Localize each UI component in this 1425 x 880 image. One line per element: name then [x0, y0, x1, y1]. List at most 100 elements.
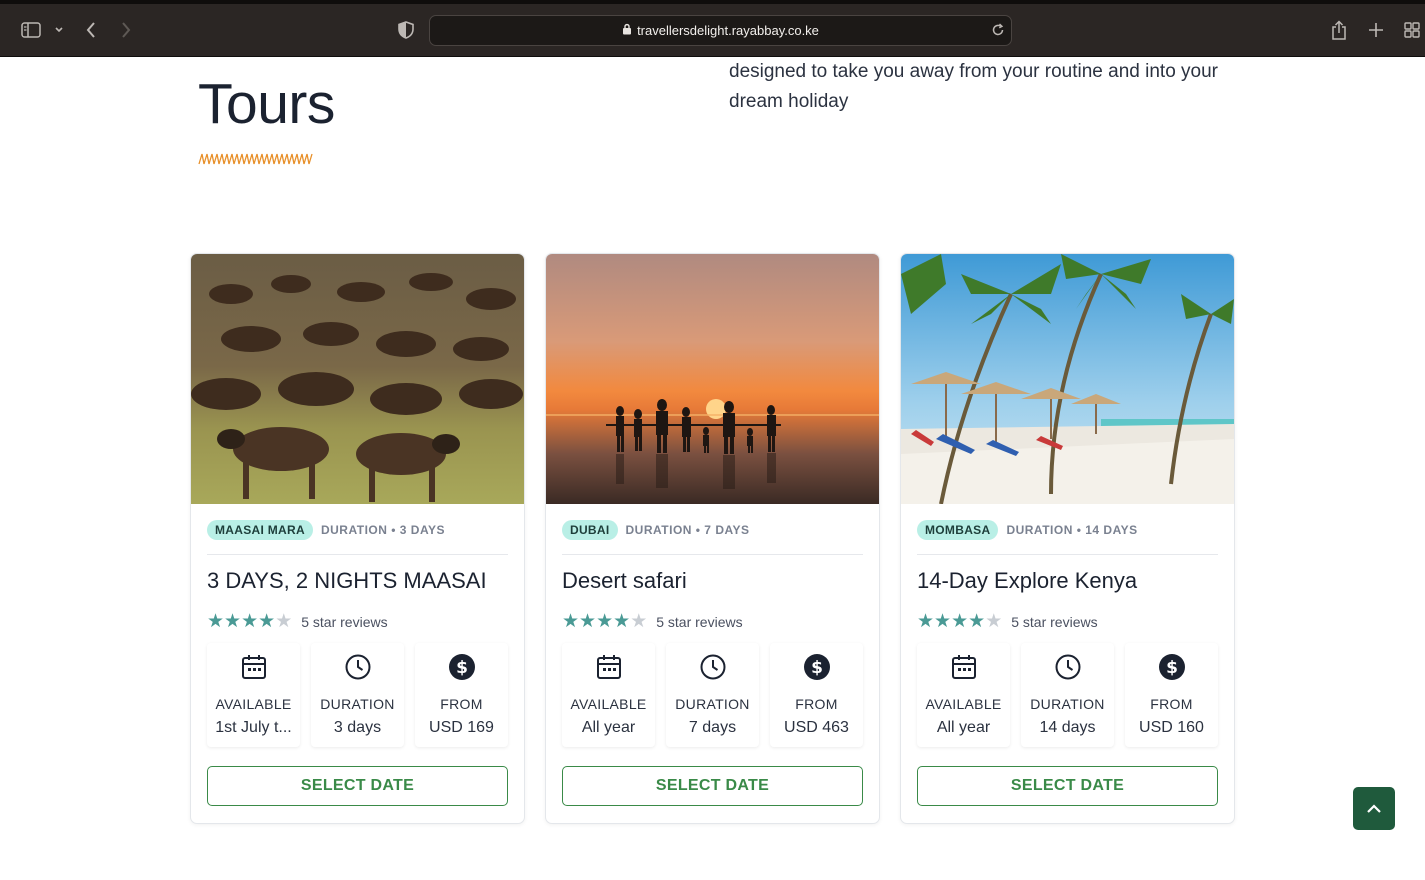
duration-label: DURATION — [675, 696, 750, 712]
back-icon[interactable] — [82, 18, 100, 42]
divider — [562, 554, 863, 555]
dollar-icon: $ — [1158, 653, 1186, 681]
duration-meta: DURATION • 14 DAYS — [1006, 523, 1138, 537]
divider — [207, 554, 508, 555]
star-filled-icon: ★ — [596, 611, 614, 632]
availability-box: AVAILABLE All year — [917, 643, 1010, 747]
rating: ★ ★ ★ ★ ★ 5 star reviews — [562, 611, 743, 632]
address-bar[interactable]: travellersdelight.rayabbay.co.ke — [429, 15, 1012, 46]
star-filled-icon: ★ — [207, 611, 225, 632]
from-label: FROM — [795, 696, 838, 712]
tour-meta: DUBAI DURATION • 7 DAYS — [562, 520, 750, 540]
url-text: travellersdelight.rayabbay.co.ke — [637, 23, 819, 38]
tour-info: AVAILABLE All year DURATION 14 days $ FR… — [917, 643, 1218, 747]
tour-card: DUBAI DURATION • 7 DAYS Desert safari ★ ★… — [545, 253, 880, 824]
rating: ★ ★ ★ ★ ★ 5 star reviews — [917, 611, 1098, 632]
clock-icon — [344, 653, 372, 681]
new-tab-icon[interactable] — [1366, 18, 1386, 42]
dollar-icon: $ — [803, 653, 831, 681]
page-title: Tours — [198, 72, 335, 136]
duration-label: DURATION — [320, 696, 395, 712]
tour-card: MAASAI MARA DURATION • 3 DAYS 3 DAYS, 2 … — [190, 253, 525, 824]
tour-title[interactable]: Desert safari — [562, 568, 687, 594]
lock-icon — [622, 22, 632, 40]
page-content: Tours designed to take you away from you… — [0, 57, 1425, 880]
available-label: AVAILABLE — [570, 696, 647, 712]
duration-box: DURATION 14 days — [1021, 643, 1114, 747]
star-filled-icon: ★ — [951, 611, 969, 632]
dollar-icon: $ — [448, 653, 476, 681]
duration-value: 14 days — [1039, 719, 1096, 736]
price-value: USD 160 — [1139, 719, 1204, 736]
review-text: 5 star reviews — [1011, 614, 1098, 630]
price-box: $ FROM USD 169 — [415, 643, 508, 747]
clock-icon — [699, 653, 727, 681]
sidebar-toggle-icon[interactable] — [20, 18, 42, 42]
forward-icon[interactable] — [117, 18, 135, 42]
chevron-down-icon[interactable] — [52, 18, 66, 42]
star-rating: ★ ★ ★ ★ ★ — [207, 611, 293, 632]
price-value: USD 169 — [429, 719, 494, 736]
tour-card: MOMBASA DURATION • 14 DAYS 14-Day Explor… — [900, 253, 1235, 824]
duration-value: 7 days — [688, 719, 737, 736]
select-date-button[interactable]: SELECT DATE — [917, 766, 1218, 806]
duration-meta: DURATION • 3 DAYS — [320, 523, 446, 537]
svg-text:$: $ — [1166, 658, 1178, 678]
privacy-shield-icon[interactable] — [396, 18, 416, 42]
duration-value: 3 days — [333, 719, 382, 736]
from-label: FROM — [440, 696, 483, 712]
duration-meta: DURATION • 7 DAYS — [625, 523, 750, 537]
tour-image-palm-beach[interactable] — [901, 254, 1234, 504]
tour-title[interactable]: 14-Day Explore Kenya — [917, 568, 1137, 594]
availability-box: AVAILABLE 1st July t... — [207, 643, 300, 747]
price-value: USD 463 — [784, 719, 849, 736]
duration-box: DURATION 7 days — [666, 643, 759, 747]
chevron-up-icon — [1367, 803, 1381, 813]
location-badge[interactable]: DUBAI — [562, 520, 618, 540]
tour-meta: MAASAI MARA DURATION • 3 DAYS — [207, 520, 445, 540]
availability-box: AVAILABLE All year — [562, 643, 655, 747]
tour-info: AVAILABLE All year DURATION 7 days $ FRO… — [562, 643, 863, 747]
available-label: AVAILABLE — [215, 696, 292, 712]
location-badge[interactable]: MOMBASA — [917, 520, 999, 540]
review-text: 5 star reviews — [656, 614, 743, 630]
tour-title[interactable]: 3 DAYS, 2 NIGHTS MAASAI — [207, 568, 487, 594]
decorative-squiggle — [198, 152, 314, 170]
select-date-button[interactable]: SELECT DATE — [207, 766, 508, 806]
available-value: 1st July t... — [215, 719, 292, 736]
divider — [917, 554, 1218, 555]
available-value: All year — [936, 719, 991, 736]
star-filled-icon: ★ — [258, 611, 276, 632]
calendar-icon — [240, 653, 268, 681]
star-filled-icon: ★ — [917, 611, 935, 632]
star-filled-icon: ★ — [934, 611, 952, 632]
duration-box: DURATION 3 days — [311, 643, 404, 747]
star-rating: ★ ★ ★ ★ ★ — [917, 611, 1003, 632]
tab-overview-icon[interactable] — [1402, 18, 1422, 42]
tour-image-sunset-beach[interactable] — [546, 254, 879, 504]
share-icon[interactable] — [1329, 18, 1349, 42]
tour-image-wildebeest[interactable] — [191, 254, 524, 504]
star-empty-icon: ★ — [985, 611, 1003, 632]
star-rating: ★ ★ ★ ★ ★ — [562, 611, 647, 632]
reload-icon[interactable] — [991, 23, 1005, 42]
location-badge[interactable]: MAASAI MARA — [207, 520, 313, 540]
from-label: FROM — [1150, 696, 1193, 712]
price-box: $ FROM USD 160 — [1125, 643, 1218, 747]
star-empty-icon: ★ — [275, 611, 293, 632]
select-date-button[interactable]: SELECT DATE — [562, 766, 863, 806]
svg-text:$: $ — [811, 658, 823, 678]
review-text: 5 star reviews — [301, 614, 388, 630]
available-value: All year — [581, 719, 636, 736]
duration-label: DURATION — [1030, 696, 1105, 712]
available-label: AVAILABLE — [925, 696, 1002, 712]
svg-text:$: $ — [456, 658, 468, 678]
calendar-icon — [950, 653, 978, 681]
back-to-top-button[interactable] — [1353, 787, 1395, 830]
price-box: $ FROM USD 463 — [770, 643, 863, 747]
calendar-icon — [595, 653, 623, 681]
star-filled-icon: ★ — [613, 611, 631, 632]
rating: ★ ★ ★ ★ ★ 5 star reviews — [207, 611, 388, 632]
tour-meta: MOMBASA DURATION • 14 DAYS — [917, 520, 1138, 540]
star-filled-icon: ★ — [562, 611, 580, 632]
